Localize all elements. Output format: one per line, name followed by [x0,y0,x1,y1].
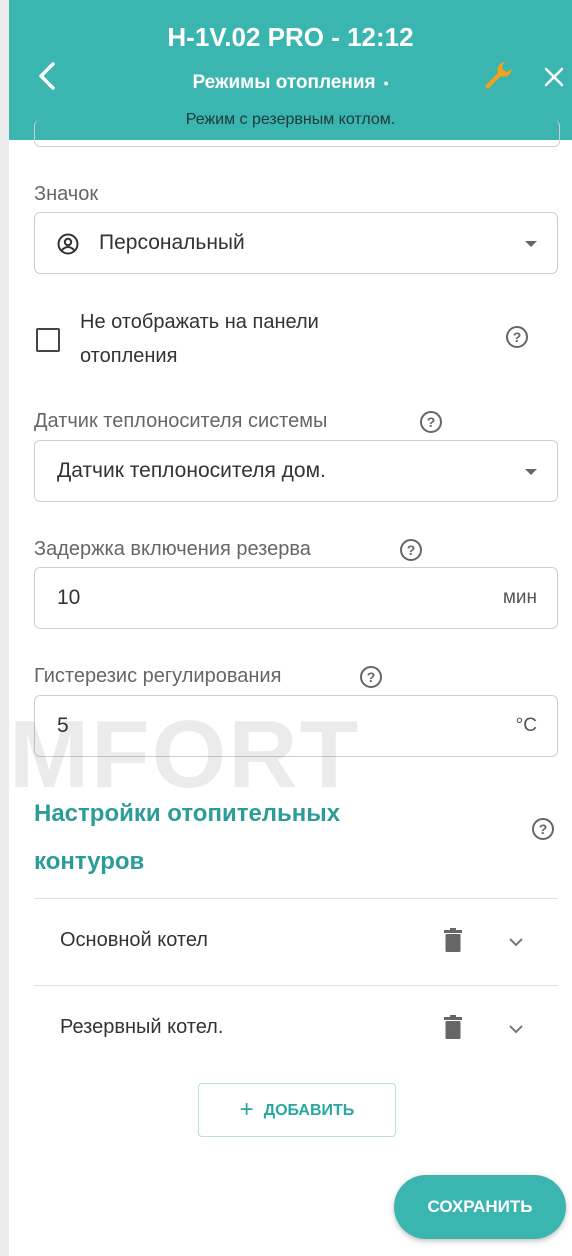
circuits-section-title: Настройки отопительных контуров [34,800,341,875]
divider [34,985,558,986]
wrench-icon [485,62,512,89]
help-icon[interactable]: ? [506,326,528,348]
save-button[interactable]: СОХРАНИТЬ [394,1175,566,1239]
settings-button[interactable] [479,58,515,94]
trash-icon[interactable] [444,928,462,952]
sensor-select-value: Датчик теплоносителя дом. [57,459,326,482]
hysteresis-unit: °C [515,715,537,736]
dropdown-arrow-icon [525,241,537,247]
sensor-field-label: Датчик теплоносителя системы [34,410,328,432]
person-circle-icon [57,233,79,255]
unsaved-dot: • [383,75,389,91]
delay-unit: мин [502,587,537,608]
device-title: H-1V.02 PRO - 12:12 [167,22,414,52]
help-icon[interactable]: ? [360,666,382,688]
add-circuit-button[interactable]: + ДОБАВИТЬ [198,1083,396,1137]
hide-on-panel-label: Не отображать на панели отопления [80,311,319,367]
page-title-text: Режимы отопления [192,72,376,93]
help-icon[interactable]: ? [532,818,554,840]
previous-field-bottom [34,120,560,147]
delay-field-label: Задержка включения резерва [34,538,311,560]
icon-select-value: Персональный [99,231,245,254]
trash-icon[interactable] [444,1015,462,1039]
hysteresis-field-label: Гистерезис регулирования [34,665,282,687]
help-icon[interactable]: ? [400,539,422,561]
left-edge-strip [0,0,9,1256]
plus-icon: + [239,1096,254,1123]
dropdown-arrow-icon [525,469,537,475]
circuit-row-label: Резервный котел. [60,1016,224,1038]
close-button[interactable] [539,62,569,92]
divider [34,898,558,899]
help-icon[interactable]: ? [420,411,442,433]
chevron-down-icon[interactable] [508,1024,524,1034]
add-circuit-label: ДОБАВИТЬ [263,1102,355,1119]
circuit-row-label: Основной котел [60,929,208,951]
icon-select[interactable]: Персональный [34,212,558,274]
app-header: H-1V.02 PRO - 12:12 Режимы отопления • Ре… [9,0,572,140]
sensor-select[interactable]: Датчик теплоносителя дом. [34,440,558,502]
delay-input-value: 10 [57,586,81,609]
delay-input[interactable]: 10 мин [34,567,558,629]
hide-on-panel-checkbox[interactable] [36,328,60,352]
close-icon [544,67,564,87]
icon-field-label: Значок [34,183,99,205]
chevron-down-icon[interactable] [508,937,524,947]
